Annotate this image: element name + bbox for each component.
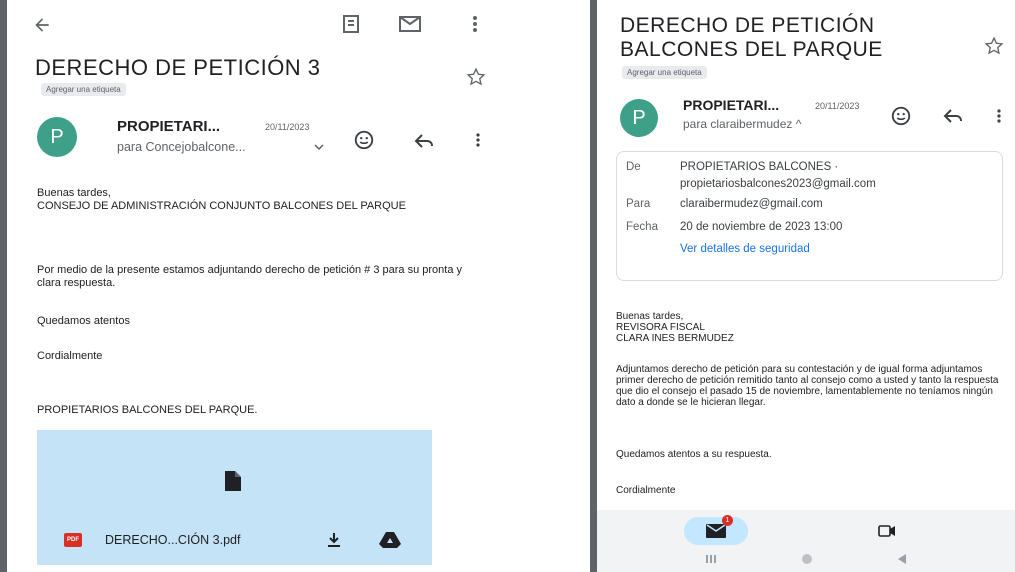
body-closing-2: Cordialmente — [616, 485, 676, 496]
left-email-panel: DERECHO DE PETICIÓN 3 Agregar una etique… — [7, 0, 495, 572]
bottom-navigation: 1 — [597, 510, 1015, 572]
right-email-panel: DERECHO DE PETICIÓN BALCONES DEL PARQUE … — [597, 0, 1015, 572]
email-subject-line-2: BALCONES DEL PARQUE — [620, 38, 883, 61]
avatar: P — [37, 117, 77, 157]
add-label-chip[interactable]: Agregar una etiqueta — [41, 83, 126, 96]
chevron-down-icon[interactable] — [313, 140, 325, 154]
download-icon[interactable] — [323, 530, 345, 550]
to-value: claraibermudez@gmail.com — [680, 198, 823, 210]
date-value: 20 de noviembre de 2023 13:00 — [680, 221, 843, 233]
sender-name[interactable]: PROPIETARI... — [683, 97, 779, 113]
attachment-card[interactable]: PDF DERECHO...CIÓN 3.pdf — [37, 430, 432, 565]
add-label-chip[interactable]: Agregar una etiqueta — [622, 66, 707, 79]
from-value-name: PROPIETARIOS BALCONES · — [680, 161, 839, 173]
recipient-line[interactable]: para Concejobalcone... — [117, 140, 246, 154]
attachment-filename: DERECHO...CIÓN 3.pdf — [105, 533, 241, 547]
security-details-link[interactable]: Ver detalles de seguridad — [680, 241, 810, 258]
email-subject: DERECHO DE PETICIÓN 3 — [35, 55, 321, 80]
body-line-3: CLARA INES BERMUDEZ — [616, 333, 734, 344]
message-more-icon[interactable] — [471, 128, 485, 152]
to-label: Para — [626, 198, 651, 210]
right-edge-bar — [590, 0, 597, 572]
pdf-badge: PDF — [64, 533, 82, 547]
body-greeting: Buenas tardes, — [37, 187, 111, 199]
message-more-icon[interactable] — [993, 104, 1005, 128]
star-icon[interactable] — [465, 66, 487, 88]
video-camera-icon[interactable] — [876, 522, 898, 540]
drive-icon[interactable] — [377, 529, 403, 551]
body-closing-1: Quedamos atentos a su respuesta. — [616, 449, 772, 460]
body-line-2: REVISORA FISCAL — [616, 322, 705, 333]
body-paragraph: Por medio de la presente estamos adjunta… — [37, 264, 462, 289]
more-vert-icon[interactable] — [465, 10, 485, 38]
body-paragraph: Adjuntamos derecho de petición para su c… — [616, 364, 999, 408]
home-nav-icon[interactable] — [799, 551, 815, 567]
body-greeting: Buenas tardes, — [616, 311, 684, 322]
file-icon — [220, 468, 246, 494]
email-subject-line-1: DERECHO DE PETICIÓN — [620, 14, 875, 37]
email-date: 20/11/2023 — [815, 101, 860, 111]
avatar: P — [620, 99, 658, 137]
recipient-line[interactable]: para claraibermudez ^ — [683, 117, 801, 131]
date-label: Fecha — [626, 221, 658, 233]
sender-details-box: De PROPIETARIOS BALCONES · propietariosb… — [616, 151, 1003, 281]
sender-name[interactable]: PROPIETARI... — [117, 118, 220, 135]
arrow-left-icon[interactable] — [27, 10, 57, 40]
body-closing-2: Cordialmente — [37, 350, 103, 362]
body-addressee: CONSEJO DE ADMINISTRACIÓN CONJUNTO BALCO… — [37, 200, 406, 212]
star-icon[interactable] — [983, 35, 1005, 57]
body-signature: PROPIETARIOS BALCONES DEL PARQUE. — [37, 404, 258, 416]
reply-icon[interactable] — [412, 130, 436, 152]
from-label: De — [626, 161, 641, 173]
left-edge-bar — [0, 0, 7, 572]
archive-icon[interactable] — [337, 10, 365, 38]
unread-count-badge: 1 — [722, 515, 733, 526]
reply-icon[interactable] — [941, 105, 965, 127]
emoji-react-icon[interactable] — [889, 104, 913, 128]
back-nav-icon[interactable] — [895, 552, 909, 566]
recents-nav-icon[interactable] — [703, 552, 719, 566]
mark-unread-icon[interactable] — [395, 10, 425, 38]
body-closing-1: Quedamos atentos — [37, 315, 130, 327]
from-value-email: propietariosbalcones2023@gmail.com — [680, 178, 876, 190]
emoji-react-icon[interactable] — [352, 128, 376, 152]
email-date: 20/11/2023 — [265, 122, 310, 132]
